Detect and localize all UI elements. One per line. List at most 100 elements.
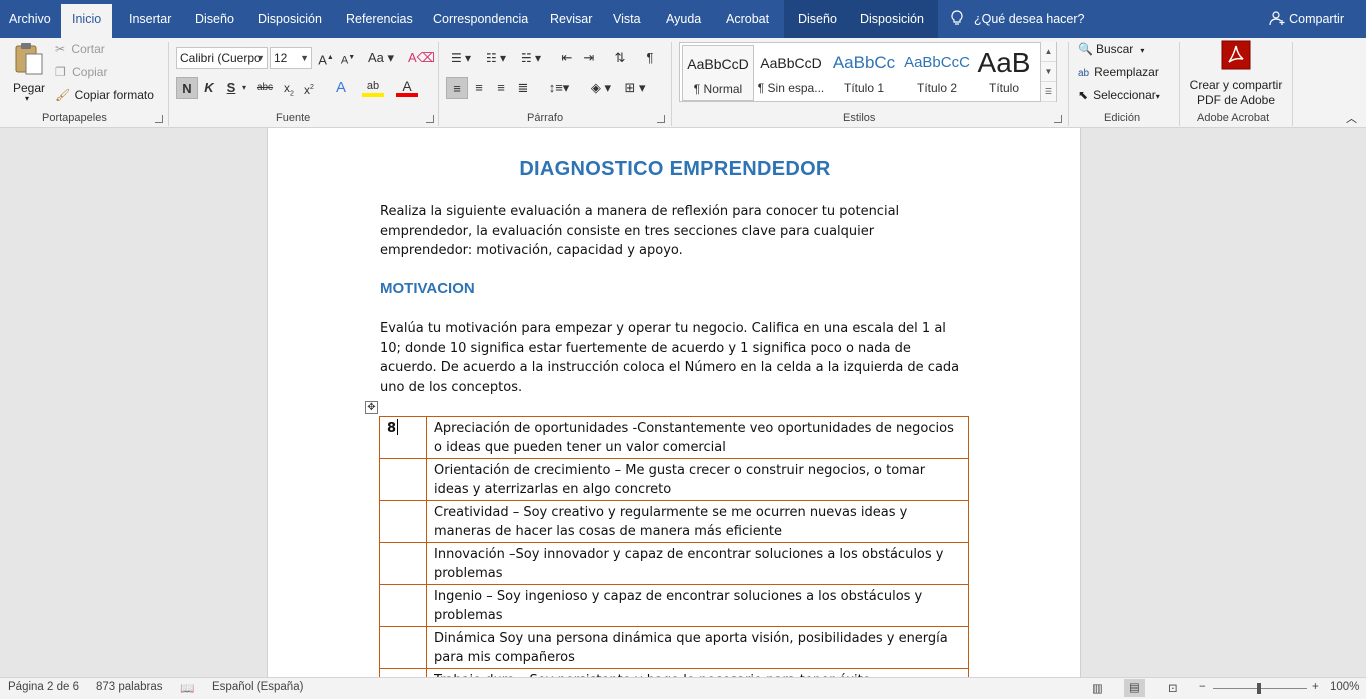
style-no-spacing[interactable]: AaBbCcD ¶ Sin espa... <box>755 45 827 101</box>
tab-table-layout[interactable]: Disposición <box>846 0 938 38</box>
zoom-in-icon[interactable]: + <box>1312 681 1319 693</box>
numbering-icon[interactable]: ☷ ▾ <box>481 47 511 69</box>
copy-button[interactable]: ❐ Copiar <box>55 65 107 79</box>
clear-formatting-icon[interactable]: A⌫ <box>408 47 435 69</box>
tab-disposicion[interactable]: Disposición <box>258 0 322 38</box>
concept-cell[interactable]: Creatividad – Soy creativo y regularment… <box>426 500 969 543</box>
tab-table-design[interactable]: Diseño <box>784 0 851 38</box>
document-page[interactable]: DIAGNOSTICO EMPRENDEDOR Realiza la sigui… <box>267 128 1081 677</box>
score-cell[interactable] <box>379 542 427 585</box>
tab-correspondencia[interactable]: Correspondencia <box>433 0 528 38</box>
paste-button[interactable]: Pegar ▾ <box>10 42 48 106</box>
tab-inicio[interactable]: Inicio <box>61 4 113 38</box>
table-move-handle-icon[interactable]: ✥ <box>365 401 378 414</box>
language[interactable]: Español (España) <box>212 681 303 693</box>
share-button[interactable]: Compartir <box>1269 0 1344 38</box>
highlight-icon[interactable]: ab <box>362 77 384 97</box>
underline-dropdown-icon[interactable]: ▾ <box>238 77 250 99</box>
concept-cell[interactable]: Orientación de crecimiento – Me gusta cr… <box>426 458 969 501</box>
shading-icon[interactable]: ◈ ▾ <box>586 77 616 99</box>
tab-archivo[interactable]: Archivo <box>9 0 51 38</box>
scroll-up-icon[interactable]: ▲ <box>1041 42 1056 62</box>
format-painter-button[interactable]: 🖌 Copiar formato <box>55 88 154 102</box>
more-styles-icon[interactable]: ☰ <box>1041 82 1056 102</box>
score-cell[interactable] <box>379 458 427 501</box>
score-cell[interactable] <box>379 668 427 677</box>
italic-button[interactable]: K <box>198 77 220 99</box>
tab-insertar[interactable]: Insertar <box>129 0 171 38</box>
font-launcher-icon[interactable] <box>426 115 434 123</box>
collapse-ribbon-icon[interactable]: ︿ <box>1346 110 1357 126</box>
text-effects-icon[interactable]: A <box>330 77 352 99</box>
score-cell[interactable]: 8 <box>379 416 427 459</box>
tab-revisar[interactable]: Revisar <box>550 0 592 38</box>
style-heading-2[interactable]: AaBbCcC Título 2 <box>901 45 973 101</box>
page-count[interactable]: Página 2 de 6 <box>8 681 79 693</box>
concept-cell[interactable]: Trabajo duro – Soy persistente y hago lo… <box>426 668 969 677</box>
multilevel-list-icon[interactable]: ☵ ▾ <box>516 47 546 69</box>
increase-indent-icon[interactable]: ⇥ <box>578 47 600 69</box>
subscript-icon[interactable]: x2 <box>278 77 300 99</box>
align-left-icon[interactable]: ≡ <box>446 77 468 99</box>
zoom-level[interactable]: 100% <box>1330 681 1359 693</box>
strikethrough-button[interactable]: abc <box>254 77 276 99</box>
scroll-down-icon[interactable]: ▼ <box>1041 62 1056 82</box>
font-size-value: 12 <box>274 51 288 65</box>
tab-referencias[interactable]: Referencias <box>346 0 413 38</box>
tab-vista[interactable]: Vista <box>613 0 641 38</box>
clipboard-launcher-icon[interactable] <box>155 115 163 123</box>
tab-diseno[interactable]: Diseño <box>195 0 234 38</box>
bullets-icon[interactable]: ☰ ▾ <box>446 47 476 69</box>
create-share-pdf-button[interactable]: Crear y compartir PDF de Adobe <box>1186 40 1286 108</box>
superscript-icon[interactable]: x2 <box>298 77 320 99</box>
concept-cell[interactable]: Innovación –Soy innovador y capaz de enc… <box>426 542 969 585</box>
style-heading-1[interactable]: AaBbCc Título 1 <box>828 45 900 101</box>
score-cell[interactable] <box>379 500 427 543</box>
zoom-slider-thumb[interactable] <box>1257 683 1261 694</box>
score-cell[interactable] <box>379 584 427 627</box>
change-case-icon[interactable]: Aa ▾ <box>366 47 396 69</box>
concept-cell[interactable]: Ingenio – Soy ingenioso y capaz de encon… <box>426 584 969 627</box>
bold-button[interactable]: N <box>176 77 198 99</box>
font-size-combo[interactable]: 12 ▼ <box>270 47 312 69</box>
grow-font-icon[interactable]: A▲ <box>315 47 337 69</box>
style-name: Título <box>988 81 1019 95</box>
group-label-editing: Edición <box>1104 112 1141 124</box>
select-button[interactable]: ⬉ Seleccionar▾ <box>1078 88 1160 102</box>
paragraph-launcher-icon[interactable] <box>657 115 665 123</box>
print-layout-icon[interactable]: ▤ <box>1124 679 1145 697</box>
chevron-down-icon: ▼ <box>256 53 265 63</box>
borders-icon[interactable]: ⊞ ▾ <box>620 77 650 99</box>
show-formatting-icon[interactable]: ¶ <box>639 47 661 69</box>
sort-icon[interactable]: ⇅ <box>609 47 631 69</box>
zoom-out-icon[interactable]: − <box>1199 681 1206 693</box>
align-right-icon[interactable]: ≡ <box>490 77 512 99</box>
style-normal[interactable]: AaBbCcD ¶ Normal <box>682 45 754 101</box>
shrink-font-icon[interactable]: A▼ <box>337 47 359 69</box>
styles-launcher-icon[interactable] <box>1054 115 1062 123</box>
justify-icon[interactable]: ≣ <box>512 77 534 99</box>
replace-button[interactable]: ab Reemplazar <box>1078 65 1159 79</box>
separator <box>1292 42 1293 126</box>
word-count[interactable]: 873 palabras <box>96 681 163 693</box>
tell-me-box[interactable]: ¿Qué desea hacer? <box>950 0 1085 38</box>
concept-cell[interactable]: Apreciación de oportunidades -Constantem… <box>426 416 969 459</box>
font-name-combo[interactable]: Calibri (Cuerpo ▼ <box>176 47 268 69</box>
read-mode-icon[interactable]: ▥ <box>1092 681 1103 695</box>
cut-button[interactable]: ✂ Cortar <box>55 42 105 56</box>
find-button[interactable]: 🔍 Buscar ▾ <box>1078 42 1144 56</box>
align-center-icon[interactable]: ≡ <box>468 77 490 99</box>
paintbrush-icon: 🖌 <box>55 88 71 102</box>
line-spacing-icon[interactable]: ↕≡▾ <box>544 77 574 99</box>
tab-ayuda[interactable]: Ayuda <box>666 0 701 38</box>
styles-scroller[interactable]: ▲ ▼ ☰ <box>1040 42 1056 102</box>
proofing-icon[interactable]: 📖 <box>180 681 194 695</box>
font-color-icon[interactable]: A <box>396 77 418 97</box>
style-name: Título 2 <box>916 81 958 95</box>
decrease-indent-icon[interactable]: ⇤ <box>556 47 578 69</box>
score-cell[interactable] <box>379 626 427 669</box>
tab-acrobat[interactable]: Acrobat <box>726 0 769 38</box>
concept-cell[interactable]: Dinámica Soy una persona dinámica que ap… <box>426 626 969 669</box>
style-title[interactable]: AaB Título <box>970 45 1038 101</box>
web-layout-icon[interactable]: ⊡ <box>1168 681 1178 695</box>
